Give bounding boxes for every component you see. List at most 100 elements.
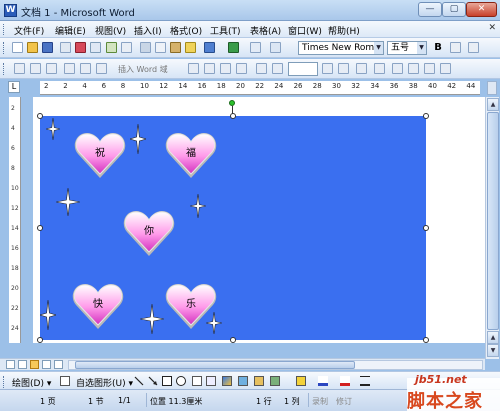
text-box-icon[interactable] — [192, 376, 202, 386]
resize-handle[interactable] — [230, 113, 236, 119]
last-record-icon[interactable] — [338, 63, 349, 74]
format-painter-icon[interactable] — [185, 42, 196, 53]
previous-page-icon[interactable]: ▲ — [487, 331, 499, 344]
document-close-icon[interactable]: ✕ — [488, 23, 496, 33]
heart-shape[interactable]: 快 — [71, 281, 125, 333]
reading-layout-icon[interactable] — [54, 360, 63, 369]
diagram-icon[interactable] — [238, 376, 248, 386]
sparkle-icon[interactable] — [40, 300, 56, 330]
tables-borders-icon[interactable] — [250, 42, 261, 53]
resize-handle[interactable] — [423, 113, 429, 119]
line-color-icon[interactable] — [318, 376, 328, 386]
print-icon[interactable] — [75, 42, 86, 53]
save-icon[interactable] — [42, 42, 53, 53]
view-merged-data-icon[interactable] — [188, 63, 199, 74]
vertical-ruler[interactable]: 2 4 6 8 10 12 14 16 18 20 22 24 — [9, 97, 21, 343]
vertical-scrollbar[interactable]: ▲ ▲ ▼ — [485, 97, 499, 359]
highlight-fields-icon[interactable] — [204, 63, 215, 74]
normal-view-icon[interactable] — [6, 360, 15, 369]
fill-color-icon[interactable] — [296, 376, 306, 386]
horizontal-ruler[interactable]: 2 2 4 6 8 10 12 14 16 18 20 22 24 26 28 30 32 34 36 38 40 42 4… — [40, 81, 480, 95]
merge-fields-icon[interactable] — [96, 63, 107, 74]
resize-handle[interactable] — [423, 225, 429, 231]
draw-menu-button[interactable]: 绘图(D) ▾ — [12, 376, 51, 389]
toolbar-options-icon[interactable] — [270, 42, 281, 53]
align-center-icon[interactable] — [468, 42, 479, 53]
drawing-canvas[interactable]: 祝 福 你 快 乐 — [40, 116, 426, 340]
sparkle-icon[interactable] — [130, 124, 146, 154]
merge-to-document-icon[interactable] — [392, 63, 403, 74]
chevron-down-icon[interactable]: ▼ — [417, 42, 426, 54]
spelling-icon[interactable] — [106, 42, 117, 53]
new-document-icon[interactable] — [12, 42, 23, 53]
menu-table[interactable]: 表格(A) — [250, 24, 281, 37]
menubar-grip[interactable] — [3, 24, 6, 35]
ruler-scroll-button[interactable] — [487, 81, 497, 95]
undo-icon[interactable] — [204, 42, 215, 53]
greeting-line-icon[interactable] — [80, 63, 91, 74]
heart-shape[interactable]: 你 — [122, 208, 176, 260]
rotate-handle[interactable] — [229, 100, 235, 106]
merge-to-printer-icon[interactable] — [408, 63, 419, 74]
menu-format[interactable]: 格式(O) — [170, 24, 202, 37]
oval-tool-icon[interactable] — [176, 376, 186, 386]
merge-to-email-icon[interactable] — [424, 63, 435, 74]
propagate-labels-icon[interactable] — [236, 63, 247, 74]
web-layout-icon[interactable] — [18, 360, 27, 369]
print-layout-icon[interactable] — [30, 360, 39, 369]
sparkle-icon[interactable] — [140, 304, 164, 334]
status-record-macro[interactable]: 录制 — [312, 396, 328, 407]
cut-icon[interactable] — [140, 42, 151, 53]
outline-view-icon[interactable] — [42, 360, 51, 369]
sparkle-icon[interactable] — [46, 118, 60, 140]
arrow-tool-icon[interactable] — [148, 376, 158, 386]
line-style-icon[interactable] — [360, 376, 370, 386]
hyperlink-icon[interactable] — [228, 42, 239, 53]
minimize-button[interactable]: — — [418, 2, 442, 17]
menu-insert[interactable]: 插入(I) — [134, 24, 162, 37]
heart-shape[interactable]: 福 — [164, 130, 218, 182]
vertical-text-box-icon[interactable] — [206, 376, 216, 386]
horizontal-scrollbar[interactable] — [68, 360, 483, 370]
line-tool-icon[interactable] — [134, 376, 144, 386]
check-errors-icon[interactable] — [374, 63, 385, 74]
rectangle-tool-icon[interactable] — [162, 376, 172, 386]
toolbar-grip[interactable] — [3, 376, 6, 388]
word-app-icon[interactable]: W — [4, 4, 17, 17]
next-page-icon[interactable]: ▼ — [487, 344, 499, 357]
open-data-source-icon[interactable] — [30, 63, 41, 74]
match-fields-icon[interactable] — [220, 63, 231, 74]
clip-art-icon[interactable] — [254, 376, 264, 386]
font-size-select[interactable]: 五号 ▼ — [387, 41, 427, 55]
maximize-button[interactable]: ▢ — [442, 2, 466, 17]
menu-file[interactable]: 文件(F) — [14, 24, 44, 37]
open-folder-icon[interactable] — [27, 42, 38, 53]
bold-button[interactable]: B — [432, 41, 444, 54]
font-color-icon[interactable] — [340, 376, 350, 386]
align-left-icon[interactable] — [450, 42, 461, 53]
wordart-icon[interactable] — [222, 376, 232, 386]
autoshapes-button[interactable]: 自选图形(U) ▾ — [76, 376, 133, 389]
permission-icon[interactable] — [60, 42, 71, 53]
toolbar-grip[interactable] — [3, 63, 6, 75]
tab-selector[interactable]: L — [8, 81, 20, 93]
print-preview-icon[interactable] — [90, 42, 101, 53]
vertical-scroll-thumb[interactable] — [487, 112, 499, 330]
heart-shape[interactable]: 祝 — [73, 130, 127, 182]
select-objects-icon[interactable] — [60, 376, 70, 386]
copy-icon[interactable] — [155, 42, 166, 53]
resize-handle[interactable] — [37, 225, 43, 231]
merge-to-fax-icon[interactable] — [440, 63, 451, 74]
font-name-select[interactable]: Times New Roman ▼ — [298, 41, 384, 55]
record-number-input[interactable] — [288, 62, 318, 76]
menu-window[interactable]: 窗口(W) — [288, 24, 322, 37]
sparkle-icon[interactable] — [206, 312, 222, 334]
next-record-icon[interactable] — [322, 63, 333, 74]
insert-picture-icon[interactable] — [270, 376, 280, 386]
previous-record-icon[interactable] — [272, 63, 283, 74]
status-track-changes[interactable]: 修订 — [336, 396, 352, 407]
resize-handle[interactable] — [37, 113, 43, 119]
recipients-icon[interactable] — [46, 63, 57, 74]
resize-handle[interactable] — [37, 337, 43, 343]
scroll-up-icon[interactable]: ▲ — [487, 98, 499, 111]
